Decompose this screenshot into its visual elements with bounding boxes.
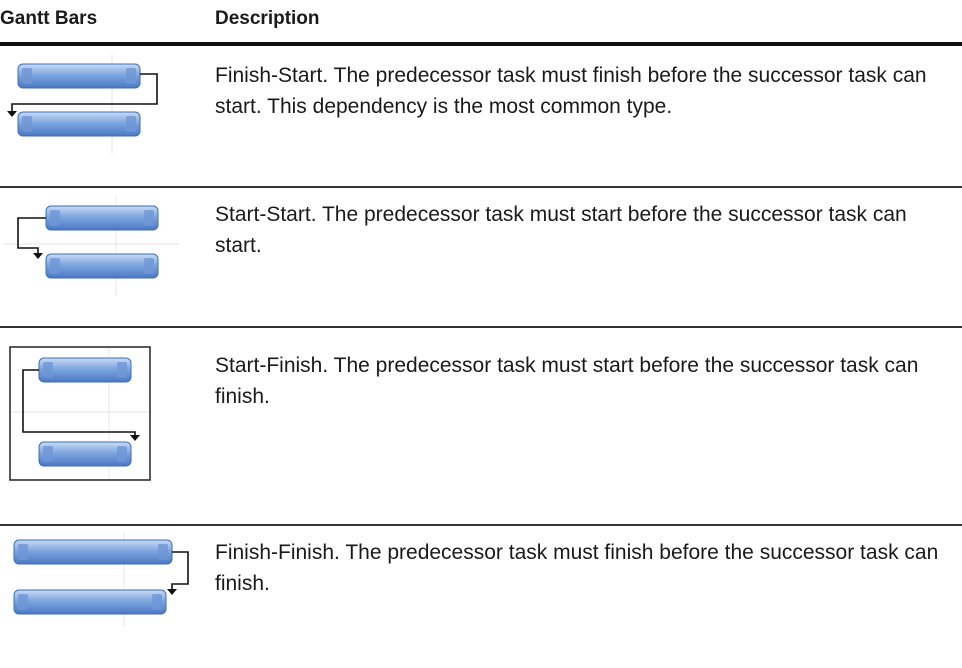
row-description: Finish-Start. The predecessor task must … — [215, 64, 927, 118]
start-start-dependency-icon — [4, 196, 179, 296]
header-rule — [0, 42, 962, 46]
finish-start-dependency-icon — [4, 54, 164, 154]
row-description: Finish-Finish. The predecessor task must… — [215, 541, 939, 595]
row-rule — [0, 326, 962, 328]
header-gantt-bars: Gantt Bars — [0, 8, 98, 29]
row-description: Start-Finish. The predecessor task must … — [215, 354, 919, 408]
header-description: Description — [215, 8, 320, 29]
row-description: Start-Start. The predecessor task must s… — [215, 203, 907, 257]
start-finish-dependency-icon — [9, 346, 151, 481]
finish-finish-dependency-icon — [4, 532, 194, 627]
row-rule — [0, 524, 962, 526]
row-rule — [0, 186, 962, 188]
